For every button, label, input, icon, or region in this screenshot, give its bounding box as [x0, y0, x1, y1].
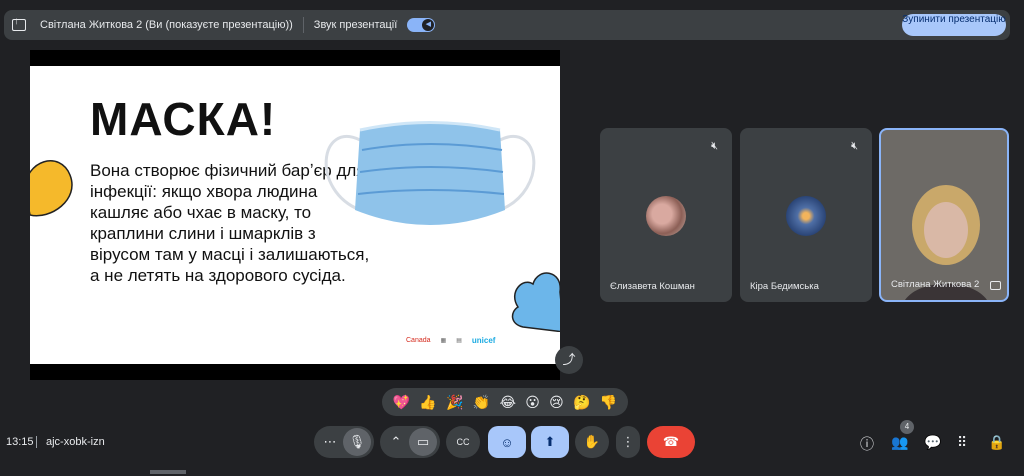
emoji-icon[interactable]: ☺	[488, 426, 526, 458]
pin-icon[interactable]	[990, 281, 1001, 290]
present-screen-icon	[12, 16, 26, 31]
sponsor-logos: Canada ▦ ▤ unicef	[406, 336, 495, 345]
meeting-code[interactable]: ajc-xobk-izn	[46, 436, 105, 448]
surprised-reaction-icon[interactable]: 😮	[525, 394, 540, 411]
participant-name: Світлана Житкова 2	[891, 279, 980, 290]
speaker-icon: ◀	[422, 19, 435, 31]
mic-icon[interactable]: 🎙	[343, 428, 371, 456]
meeting-time: 13:15	[6, 436, 34, 448]
participant-name: Єлизавета Кошман	[610, 281, 695, 292]
yellow-heart-shape	[30, 160, 73, 217]
sad-reaction-icon[interactable]: 😢	[549, 394, 564, 411]
chat-icon[interactable]: 💬	[924, 434, 941, 451]
present-icon[interactable]: ⬆	[531, 426, 569, 458]
divider	[36, 436, 37, 448]
ministry-logo: ▦	[440, 338, 447, 344]
hang-up-icon[interactable]: ☎	[647, 426, 695, 458]
presentation-sound-toggle[interactable]: ◀	[407, 18, 436, 32]
more-options-icon[interactable]: ⋮	[616, 426, 640, 458]
thumbs-up-reaction-icon[interactable]: 👍	[419, 394, 436, 411]
presenting-bar: Світлана Житкова 2 (Ви (показуєте презен…	[4, 10, 1010, 40]
participant-count-badge: 4	[900, 420, 914, 434]
canada-logo: Canada	[406, 337, 431, 344]
presentation-view: МАСКА! Вона створює фізичний барʼєр для …	[30, 50, 560, 380]
clap-reaction-icon[interactable]: 👏	[473, 394, 490, 411]
slide-title: МАСКА!	[90, 93, 277, 145]
avatar	[646, 196, 686, 236]
camera-icon[interactable]: ▭	[409, 428, 437, 456]
participant-tile[interactable]: 🔇︎ Єлизавета Кошман	[600, 128, 732, 302]
stop-presenting-button[interactable]: Зупинити презентацію	[902, 14, 1006, 36]
mic-off-icon: 🔇︎	[711, 140, 718, 152]
presenter-status: Світлана Житкова 2 (Ви (показуєте презен…	[40, 19, 293, 31]
info-icon[interactable]: ⓘ	[860, 434, 874, 454]
medical-mask-image	[324, 121, 536, 225]
participant-name: Кіра Бедимська	[750, 281, 819, 292]
presentation-sound-label: Звук презентації	[313, 19, 398, 31]
thinking-reaction-icon[interactable]: 🤔	[573, 394, 590, 411]
divider	[302, 17, 304, 33]
scroll-indicator	[150, 470, 186, 474]
more-audio-options-icon[interactable]: ⋯	[318, 426, 342, 458]
participant-tile[interactable]: 🔇︎ Кіра Бедимська	[740, 128, 872, 302]
people-icon[interactable]: 👥	[891, 434, 908, 451]
activities-icon[interactable]: ⠿	[957, 434, 967, 451]
laugh-reaction-icon[interactable]: 😂	[500, 394, 516, 411]
chevron-up-icon[interactable]: ⌃	[384, 426, 408, 458]
unicef-logo: unicef	[471, 336, 496, 345]
blue-cloud-shape	[511, 272, 560, 332]
reactions-bar: 💖 👍 🎉 👏 😂 😮 😢 🤔 👎	[382, 388, 628, 416]
thumbs-down-reaction-icon[interactable]: 👎	[600, 394, 617, 411]
party-reaction-icon[interactable]: 🎉	[446, 394, 463, 411]
mic-off-icon: 🔇︎	[851, 140, 858, 152]
avatar	[786, 196, 826, 236]
center-logo: ▤	[456, 338, 462, 344]
raise-hand-icon[interactable]: ✋	[575, 426, 609, 458]
share-icon[interactable]: ⤴	[555, 346, 583, 374]
host-controls-icon[interactable]: 🔒	[988, 434, 1005, 451]
heart-reaction-icon[interactable]: 💖	[393, 394, 410, 411]
captions-icon[interactable]: CC	[446, 426, 480, 458]
self-video-tile[interactable]: Світлана Житкова 2	[879, 128, 1009, 302]
slide: МАСКА! Вона створює фізичний барʼєр для …	[30, 66, 560, 364]
